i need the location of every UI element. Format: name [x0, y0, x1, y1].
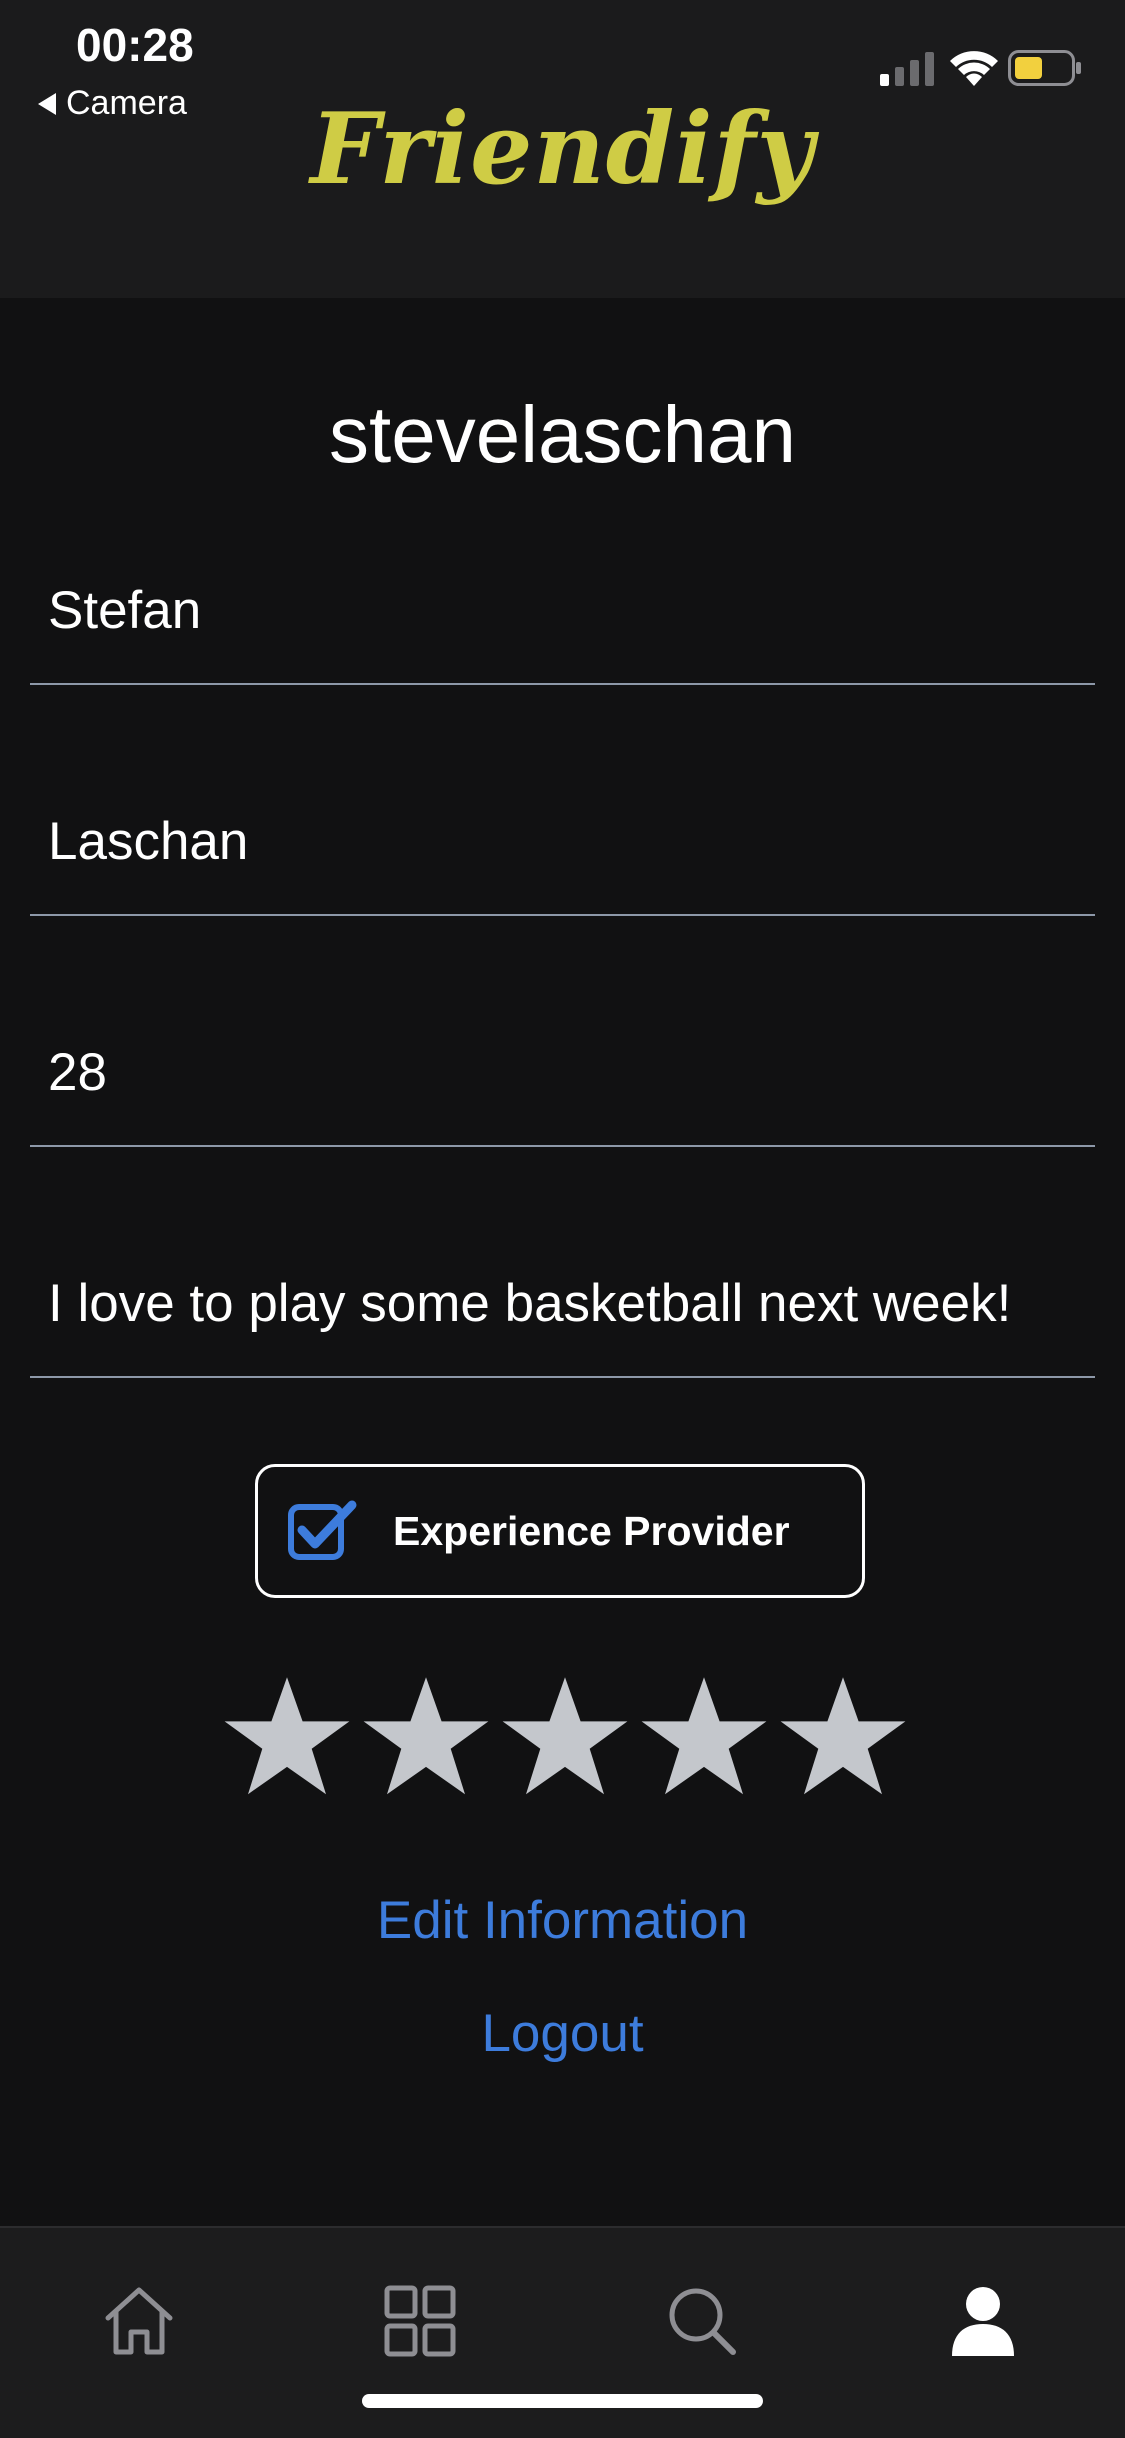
- rating-stars: [222, 1672, 912, 1802]
- wifi-icon: [950, 51, 998, 86]
- grid-icon[interactable]: [383, 2284, 457, 2358]
- edit-information-link[interactable]: Edit Information: [0, 1894, 1125, 1947]
- experience-provider-toggle[interactable]: Experience Provider: [255, 1464, 865, 1598]
- experience-provider-label: Experience Provider: [393, 1508, 790, 1554]
- bio-value: I love to play some basketball next week…: [48, 1274, 1012, 1333]
- app-header: 00:28 Camera Friendify: [0, 0, 1125, 298]
- star-icon[interactable]: [639, 1672, 769, 1802]
- star-icon[interactable]: [778, 1672, 908, 1802]
- battery-icon: [1008, 50, 1081, 86]
- person-icon[interactable]: [946, 2284, 1020, 2358]
- profile-username: stevelaschan: [329, 390, 796, 479]
- last-name-value: Laschan: [48, 812, 249, 871]
- home-icon[interactable]: [102, 2284, 176, 2358]
- age-field[interactable]: 28: [30, 1025, 1095, 1147]
- cellular-signal-icon: [880, 52, 934, 86]
- status-time: 00:28: [76, 19, 194, 71]
- first-name-field[interactable]: Stefan: [30, 563, 1095, 685]
- bio-field[interactable]: I love to play some basketball next week…: [30, 1256, 1095, 1378]
- age-value: 28: [48, 1043, 107, 1102]
- star-icon[interactable]: [222, 1672, 352, 1802]
- home-indicator: [362, 2394, 763, 2408]
- first-name-value: Stefan: [48, 581, 202, 640]
- last-name-field[interactable]: Laschan: [30, 794, 1095, 916]
- app-logo: Friendify: [310, 92, 815, 207]
- search-icon[interactable]: [665, 2284, 739, 2358]
- star-icon[interactable]: [500, 1672, 630, 1802]
- checkbox-checked-icon: [288, 1500, 357, 1560]
- star-icon[interactable]: [361, 1672, 491, 1802]
- logout-link[interactable]: Logout: [0, 2007, 1125, 2060]
